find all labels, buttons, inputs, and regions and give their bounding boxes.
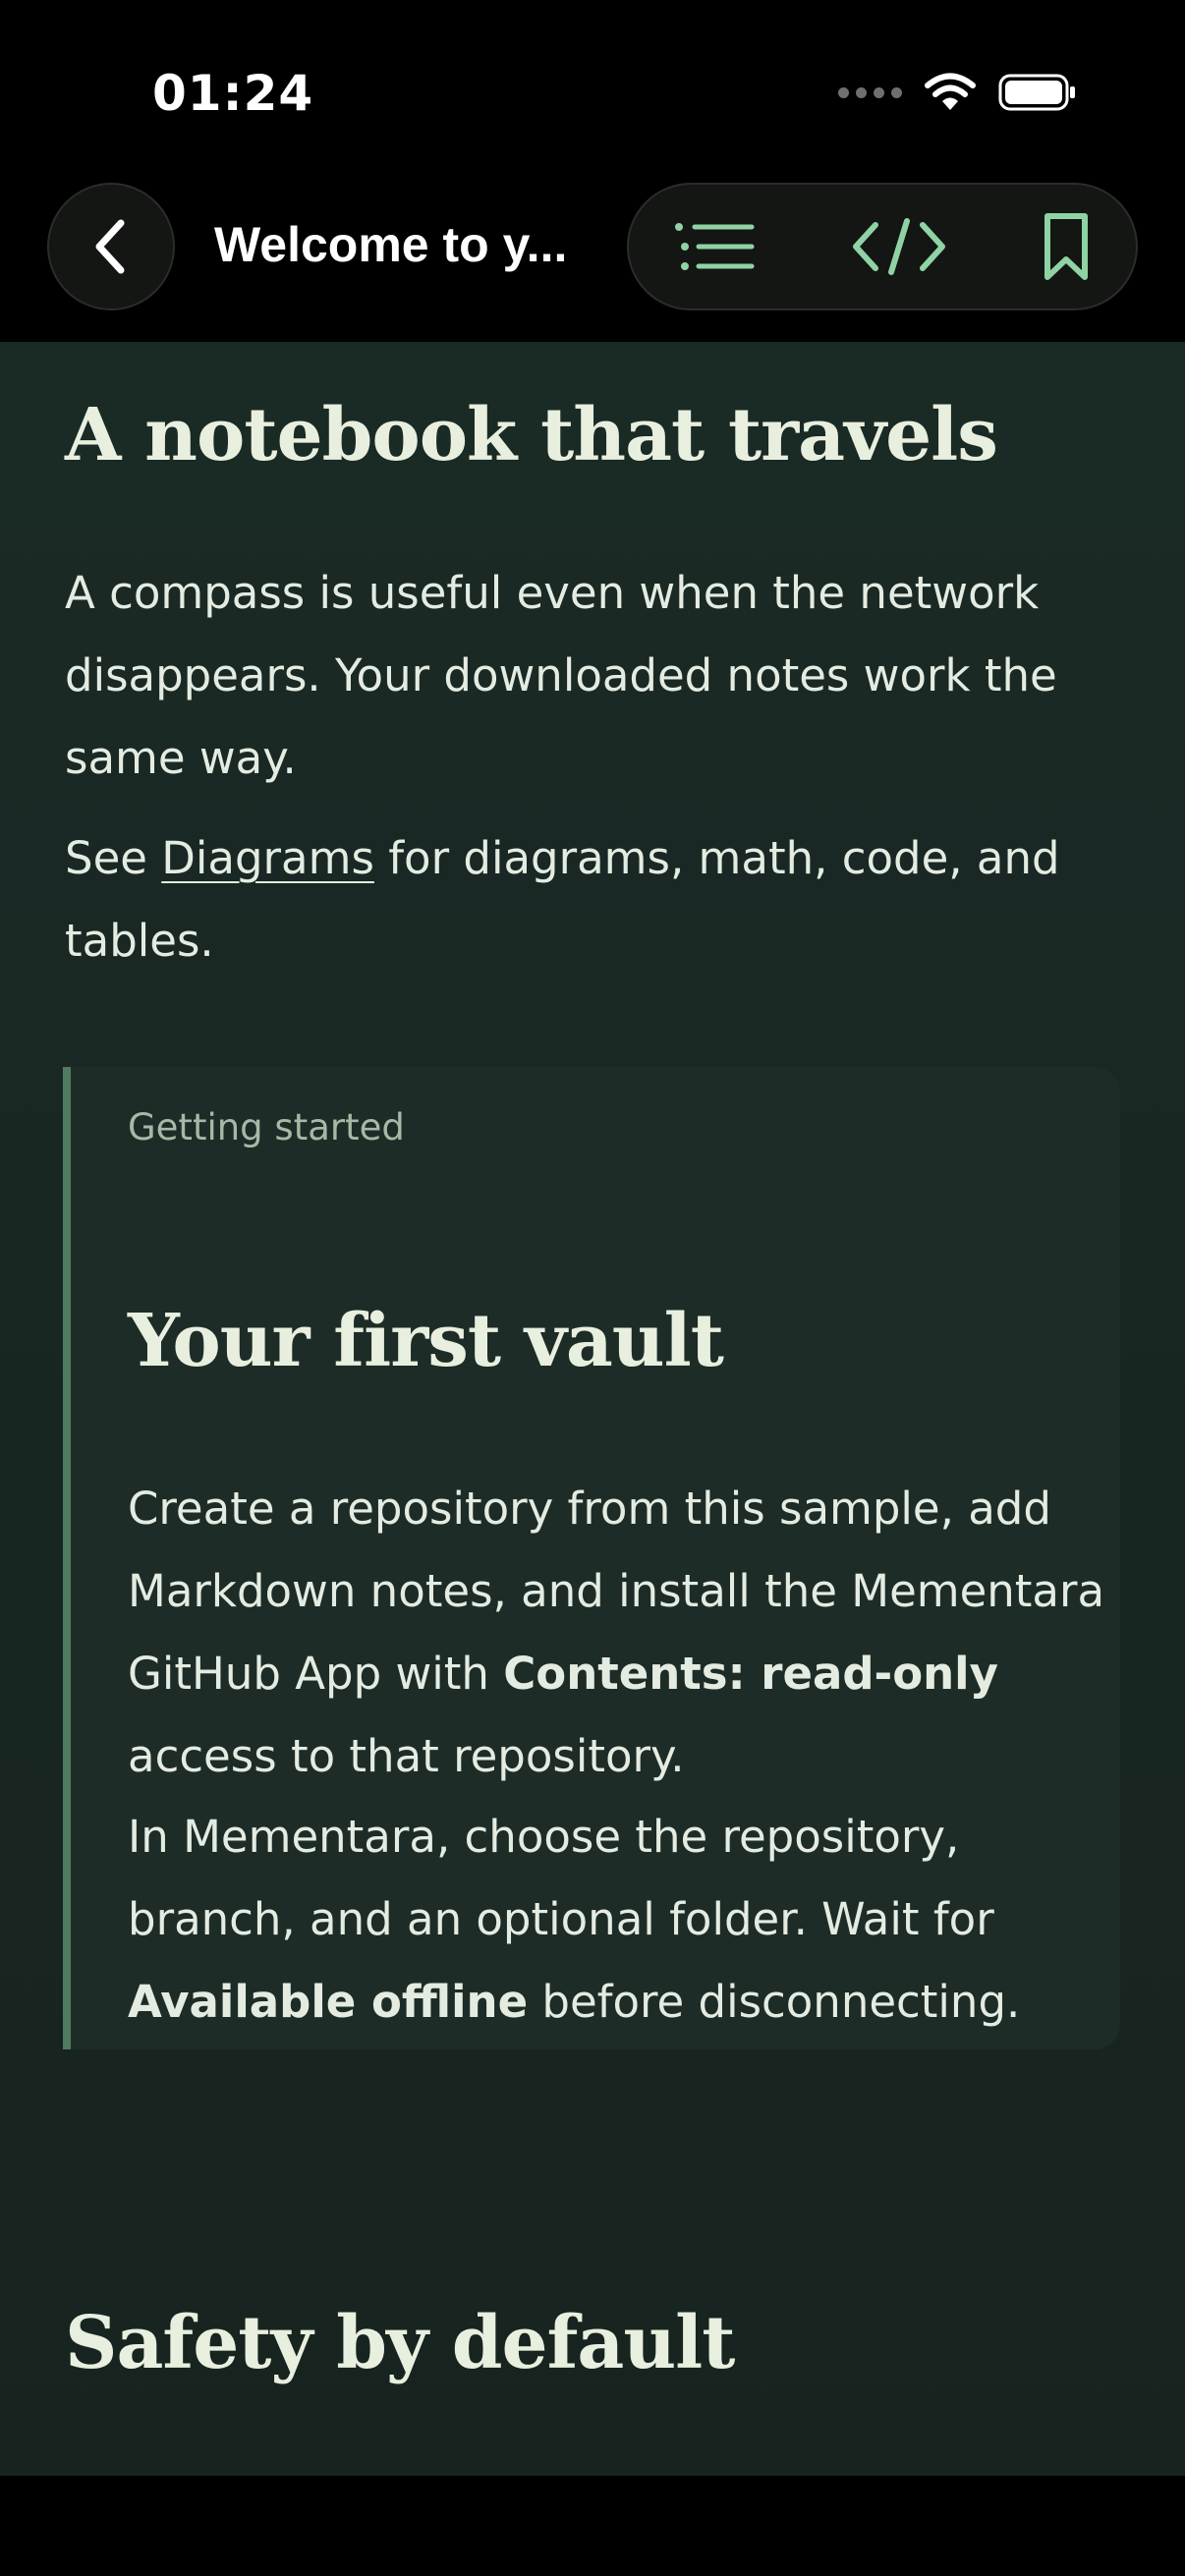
toolbar [627, 183, 1138, 310]
page-title: Welcome to y... [214, 217, 568, 272]
callout-paragraph-2: In Mementara, choose the repository, bra… [128, 1796, 1110, 2044]
callout-p2-bold: Available offline [128, 1976, 529, 2028]
heading-notebook: A notebook that travels [65, 393, 998, 477]
cellular-signal-icon [838, 86, 902, 98]
battery-icon [998, 74, 1075, 111]
callout-p1-text-b: access to that repository. [128, 1730, 685, 1782]
status-bar: 01:24 [0, 0, 1185, 187]
list-icon [675, 223, 755, 270]
note-content[interactable]: A notebook that travels A compass is use… [0, 342, 1185, 2476]
bottom-safe-area [0, 2476, 1185, 2576]
callout-p2-text-b: before disconnecting. [528, 1976, 1021, 2028]
callout-label: Getting started [128, 1106, 405, 1148]
status-time: 01:24 [152, 65, 314, 122]
paragraph-compass: A compass is useful even when the networ… [65, 567, 1057, 784]
callout-paragraph-1: Create a repository from this sample, ad… [128, 1468, 1110, 1798]
heading-safety: Safety by default [65, 2301, 735, 2385]
back-button[interactable] [47, 183, 175, 310]
paragraph-prefix: See [65, 832, 162, 884]
status-indicators [838, 73, 1077, 112]
code-icon [853, 218, 945, 275]
callout-p1-bold: Contents: read-only [503, 1648, 998, 1700]
heading-first-vault: Your first vault [128, 1299, 724, 1383]
bookmark-button[interactable] [997, 185, 1135, 308]
wifi-icon [925, 73, 976, 110]
outline-button[interactable] [646, 185, 783, 308]
navigation-bar: Welcome to y... [0, 177, 1185, 342]
bookmark-icon [1044, 213, 1088, 280]
paragraph-diagrams: See Diagrams for diagrams, math, code, a… [65, 817, 1126, 982]
chevron-left-icon [95, 219, 125, 274]
callout-p2-text-a: In Mementara, choose the repository, bra… [128, 1811, 994, 1945]
diagrams-link[interactable]: Diagrams [161, 832, 374, 884]
view-source-button[interactable] [830, 185, 968, 308]
getting-started-callout: Getting started Your first vault Create … [63, 1067, 1120, 2049]
